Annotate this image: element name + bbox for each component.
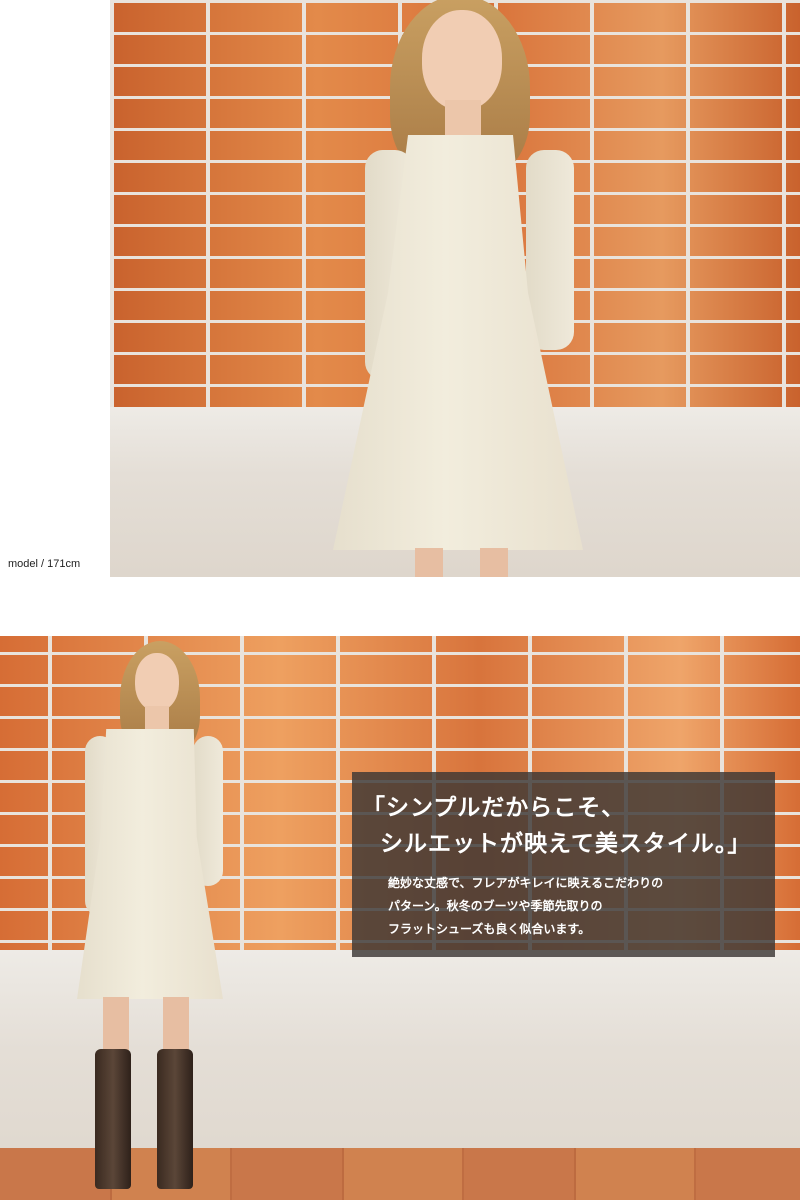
model-leg-right [480,548,508,577]
model-figure [75,641,235,1200]
model-leg-left [103,997,129,1057]
model-boot-right [157,1049,193,1189]
headline-line-2: シルエットが映えて美スタイル。」 [380,831,752,857]
description-line-2: パターン。秋冬のブーツや季節先取りの [388,899,603,913]
model-face [135,653,179,711]
model-figure [330,0,590,577]
product-photo-top [110,0,800,577]
description-body: 絶妙な丈感で、フレアがキレイに映えるこだわりの パターン。秋冬のブーツや季節先取… [388,872,768,941]
model-face [422,10,502,110]
description-line-3: フラットシューズも良く似合います。 [388,922,591,936]
headline: 「シンプルだからこそ、 シルエットが映えて美スタイル。」 [362,790,767,862]
model-boot-left [95,1049,131,1189]
model-leg-right [163,997,189,1057]
description-line-1: 絶妙な丈感で、フレアがキレイに映えるこだわりの [388,876,664,890]
description-overlay: 「シンプルだからこそ、 シルエットが映えて美スタイル。」 絶妙な丈感で、フレアが… [352,772,775,957]
model-height-caption: model / 171cm [8,558,81,570]
model-leg-left [415,548,443,577]
headline-line-1: 「シンプルだからこそ、 [362,795,626,821]
